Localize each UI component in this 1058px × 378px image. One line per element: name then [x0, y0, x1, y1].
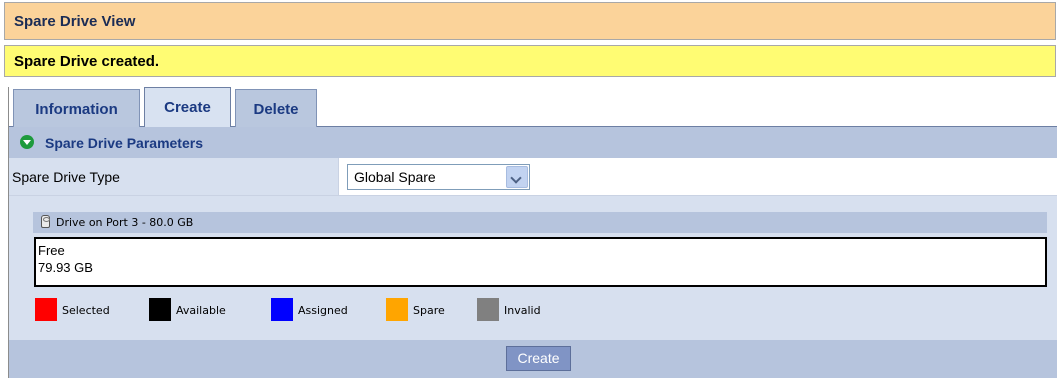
spare-drive-type-value: Global Spare	[354, 169, 436, 185]
legend-label-available: Available	[176, 304, 226, 317]
drive-segment[interactable]: Free 79.93 GB	[34, 237, 1047, 287]
drive-area: Drive on Port 3 - 80.0 GB Free 79.93 GB …	[9, 196, 1057, 340]
legend-swatch-assigned	[271, 298, 293, 321]
drive-header: Drive on Port 3 - 80.0 GB	[33, 212, 1047, 233]
action-bar: Create	[9, 340, 1057, 378]
legend-label-selected: Selected	[62, 304, 110, 317]
legend-label-assigned: Assigned	[298, 304, 348, 317]
spare-drive-type-select[interactable]: Global Spare	[347, 164, 530, 190]
legend-swatch-available	[149, 298, 171, 321]
spare-drive-type-row: Spare Drive Type Global Spare	[9, 158, 1057, 196]
create-button[interactable]: Create	[506, 346, 571, 371]
spare-drive-view: Spare Drive View Spare Drive created. In…	[0, 0, 1058, 378]
tab-information[interactable]: Information	[13, 89, 140, 127]
section-title: Spare Drive Parameters	[45, 135, 203, 151]
tab-delete[interactable]: Delete	[235, 89, 317, 127]
legend-swatch-spare	[386, 298, 408, 321]
legend-label-spare: Spare	[413, 304, 445, 317]
chevron-down-icon[interactable]	[506, 166, 528, 188]
legend-swatch-invalid	[477, 298, 499, 321]
legend-label-invalid: Invalid	[504, 304, 541, 317]
hard-drive-icon	[41, 215, 50, 228]
legend-swatch-selected	[35, 298, 57, 321]
section-header[interactable]: Spare Drive Parameters	[9, 127, 1057, 158]
tab-create[interactable]: Create	[144, 87, 231, 128]
collapse-arrow-icon[interactable]	[20, 135, 34, 149]
status-message: Spare Drive created.	[4, 45, 1056, 77]
tab-strip: Information Create Delete	[9, 87, 1057, 128]
page-title: Spare Drive View	[4, 2, 1056, 40]
drive-title: Drive on Port 3 - 80.0 GB	[56, 216, 194, 229]
segment-status: Free	[38, 243, 65, 258]
spare-drive-type-label: Spare Drive Type	[9, 158, 339, 195]
main-panel: Information Create Delete Spare Drive Pa…	[8, 87, 1057, 378]
segment-size: 79.93 GB	[38, 260, 93, 275]
